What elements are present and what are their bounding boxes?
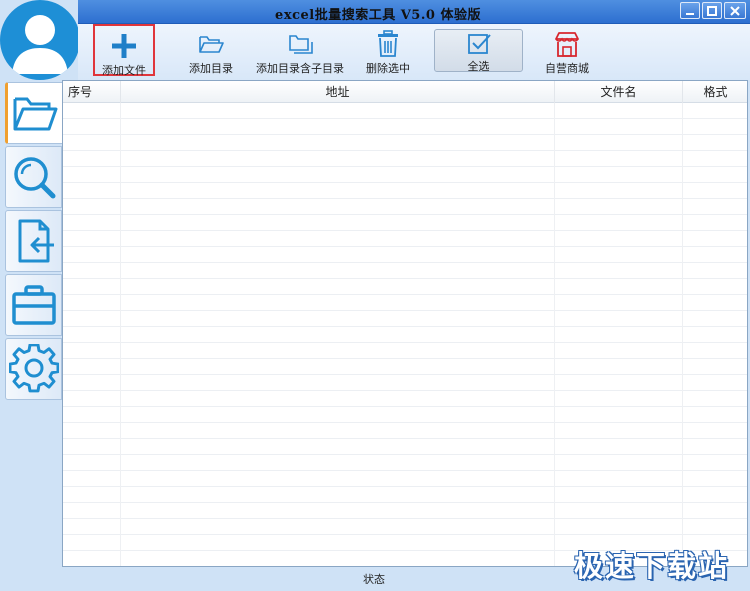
checkbox-icon bbox=[467, 34, 491, 54]
close-icon bbox=[730, 5, 740, 16]
table-header: 序号 地址 文件名 格式 bbox=[63, 81, 747, 103]
sidebar-item-tools[interactable] bbox=[5, 274, 62, 336]
column-divider bbox=[120, 103, 121, 566]
search-icon bbox=[13, 157, 55, 199]
shop-label: 自营商城 bbox=[545, 62, 589, 75]
delete-selected-label: 删除选中 bbox=[366, 62, 410, 75]
gear-icon bbox=[8, 344, 59, 393]
col-header-index[interactable]: 序号 bbox=[68, 81, 92, 103]
col-header-path[interactable]: 地址 bbox=[120, 81, 554, 103]
select-all-label: 全选 bbox=[467, 60, 490, 73]
store-icon bbox=[555, 32, 579, 57]
select-all-button[interactable]: 全选 bbox=[434, 29, 523, 73]
window-title: excel批量搜索工具 V5.0 体验版 bbox=[275, 8, 481, 23]
add-file-label: 添加文件 bbox=[102, 64, 146, 77]
maximize-button[interactable] bbox=[702, 2, 722, 19]
sidebar-item-files[interactable] bbox=[5, 82, 62, 144]
table-body[interactable] bbox=[63, 103, 747, 566]
sidebar-item-export[interactable] bbox=[5, 210, 62, 272]
column-divider bbox=[682, 103, 683, 566]
add-dir-label: 添加目录 bbox=[189, 62, 233, 75]
minimize-button[interactable] bbox=[680, 2, 700, 19]
folder-open-icon bbox=[199, 36, 224, 53]
column-divider bbox=[554, 103, 555, 566]
folder-stack-icon bbox=[289, 35, 313, 54]
add-dir-button[interactable]: 添加目录 bbox=[180, 24, 242, 76]
add-file-button[interactable]: 添加文件 bbox=[93, 24, 155, 77]
minimize-icon bbox=[686, 12, 694, 15]
user-avatar[interactable] bbox=[0, 0, 80, 80]
folder-icon bbox=[13, 97, 58, 131]
user-icon bbox=[12, 15, 68, 74]
watermark: 极速下载站 bbox=[574, 549, 730, 583]
sidebar-item-settings[interactable] bbox=[5, 338, 62, 400]
export-file-icon bbox=[18, 219, 54, 263]
close-button[interactable] bbox=[724, 2, 746, 19]
shop-button[interactable]: 自营商城 bbox=[538, 24, 596, 76]
plus-icon bbox=[112, 34, 136, 58]
sidebar-item-search[interactable] bbox=[5, 146, 62, 208]
add-dir-sub-label: 添加目录含子目录 bbox=[256, 62, 344, 75]
delete-selected-button[interactable]: 删除选中 bbox=[360, 24, 416, 76]
col-header-filename[interactable]: 文件名 bbox=[554, 81, 682, 103]
title-bar: excel批量搜索工具 V5.0 体验版 bbox=[78, 0, 750, 24]
window-controls bbox=[680, 2, 746, 19]
file-table[interactable]: 序号 地址 文件名 格式 bbox=[62, 80, 748, 567]
toolbox-icon bbox=[11, 285, 56, 325]
add-dir-sub-button[interactable]: 添加目录含子目录 bbox=[256, 24, 344, 76]
maximize-icon bbox=[707, 5, 717, 16]
trash-icon bbox=[378, 30, 398, 57]
col-header-format[interactable]: 格式 bbox=[682, 81, 748, 103]
